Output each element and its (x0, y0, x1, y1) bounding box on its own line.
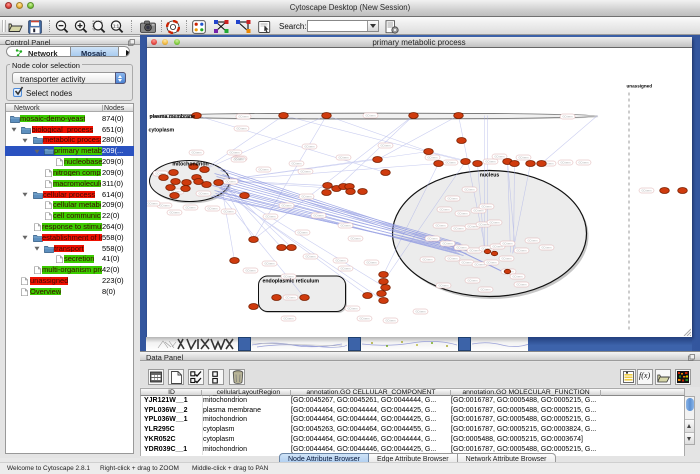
svg-text:GO:term: GO:term (223, 209, 233, 213)
svg-text:GO:term: GO:term (447, 196, 457, 200)
svg-text:GO:term: GO:term (516, 282, 526, 286)
svg-text:GO:term: GO:term (461, 260, 471, 264)
svg-text:nucleus: nucleus (479, 172, 499, 178)
svg-text:GO:term: GO:term (291, 161, 301, 165)
svg-text:GO:term: GO:term (481, 204, 491, 208)
svg-text:cytoplasm: cytoplasm (148, 127, 174, 133)
svg-text:GO:term: GO:term (447, 256, 457, 260)
svg-text:GO:term: GO:term (238, 114, 248, 118)
svg-text:GO:term: GO:term (207, 206, 217, 210)
svg-text:GO:term: GO:term (415, 309, 425, 313)
svg-text:GO:term: GO:term (469, 248, 479, 252)
svg-text:GO:term: GO:term (480, 287, 490, 291)
svg-text:GO:term: GO:term (305, 254, 315, 258)
svg-text:GO:term: GO:term (301, 194, 311, 198)
svg-text:GO:term: GO:term (258, 167, 268, 171)
svg-text:GO:term: GO:term (427, 236, 437, 240)
svg-text:GO:term: GO:term (494, 154, 504, 158)
svg-text:GO:term: GO:term (285, 295, 295, 299)
svg-text:GO:term: GO:term (335, 258, 345, 262)
svg-text:GO:term: GO:term (427, 155, 437, 159)
svg-text:GO:term: GO:term (385, 318, 395, 322)
svg-text:GO:term: GO:term (501, 256, 511, 260)
svg-text:GO:term: GO:term (297, 230, 307, 234)
svg-text:GO:term: GO:term (281, 203, 291, 207)
svg-text:GO:term: GO:term (518, 155, 528, 159)
svg-text:plasma membrane: plasma membrane (149, 114, 195, 120)
svg-text:GO:term: GO:term (359, 316, 369, 320)
svg-text:GO:term: GO:term (225, 179, 235, 183)
svg-text:GO:term: GO:term (229, 150, 239, 154)
svg-text:GO:term: GO:term (313, 213, 323, 217)
svg-text:GO:term: GO:term (474, 262, 484, 266)
svg-text:GO:term: GO:term (147, 201, 157, 205)
svg-text:GO:term: GO:term (191, 150, 201, 154)
svg-text:GO:term: GO:term (350, 236, 360, 240)
svg-text:GO:term: GO:term (422, 257, 432, 261)
svg-text:GO:term: GO:term (233, 157, 243, 161)
svg-text:GO:term: GO:term (366, 260, 376, 264)
svg-text:GO:term: GO:term (340, 223, 350, 227)
svg-text:GO:term: GO:term (265, 214, 275, 218)
svg-text:GO:term: GO:term (457, 211, 467, 215)
svg-text:GO:term: GO:term (365, 113, 375, 117)
svg-text:GO:term: GO:term (347, 306, 357, 310)
svg-text:GO:term: GO:term (456, 245, 466, 249)
svg-text:GO:term: GO:term (473, 208, 483, 212)
svg-text:GO:term: GO:term (159, 203, 169, 207)
svg-text:GO:term: GO:term (185, 205, 195, 209)
svg-text:GO:term: GO:term (340, 266, 350, 270)
svg-text:GO:term: GO:term (516, 248, 526, 252)
svg-text:GO:term: GO:term (453, 226, 463, 230)
svg-text:GO:term: GO:term (198, 191, 208, 195)
svg-text:GO:term: GO:term (485, 159, 495, 163)
svg-text:GO:term: GO:term (283, 316, 293, 320)
svg-text:unassigned: unassigned (626, 83, 652, 88)
svg-text:GO:term: GO:term (442, 241, 452, 245)
svg-text:GO:term: GO:term (578, 160, 588, 164)
svg-text:GO:term: GO:term (489, 220, 499, 224)
svg-text:GO:term: GO:term (512, 274, 522, 278)
svg-text:GO:term: GO:term (527, 238, 537, 242)
svg-text:GO:term: GO:term (502, 241, 512, 245)
svg-text:GO:term: GO:term (641, 188, 651, 192)
svg-text:GO:term: GO:term (245, 268, 255, 272)
svg-text:GO:term: GO:term (492, 244, 502, 248)
svg-text:GO:term: GO:term (380, 143, 390, 147)
svg-text:endoplasmic reticulum: endoplasmic reticulum (262, 278, 319, 284)
svg-text:GO:term: GO:term (169, 210, 179, 214)
svg-text:GO:term: GO:term (435, 223, 445, 227)
svg-text:mitochondrion: mitochondrion (172, 161, 208, 167)
svg-text:GO:term: GO:term (560, 160, 570, 164)
svg-text:GO:term: GO:term (304, 144, 314, 148)
svg-text:GO:term: GO:term (236, 126, 246, 130)
svg-text:GO:term: GO:term (438, 283, 448, 287)
svg-text:GO:term: GO:term (467, 224, 477, 228)
svg-text:GO:term: GO:term (562, 114, 572, 118)
svg-text:GO:term: GO:term (541, 245, 551, 249)
svg-text:GO:term: GO:term (439, 207, 449, 211)
svg-text:GO:term: GO:term (464, 187, 474, 191)
svg-text:GO:term: GO:term (445, 160, 455, 164)
svg-text:1:1: 1:1 (113, 23, 120, 28)
svg-text:GO:term: GO:term (486, 260, 496, 264)
svg-text:GO:term: GO:term (467, 278, 477, 282)
svg-text:GO:term: GO:term (478, 222, 488, 226)
svg-text:GO:term: GO:term (264, 261, 274, 265)
svg-text:GO:term: GO:term (300, 169, 310, 173)
svg-text:GO:term: GO:term (338, 155, 348, 159)
